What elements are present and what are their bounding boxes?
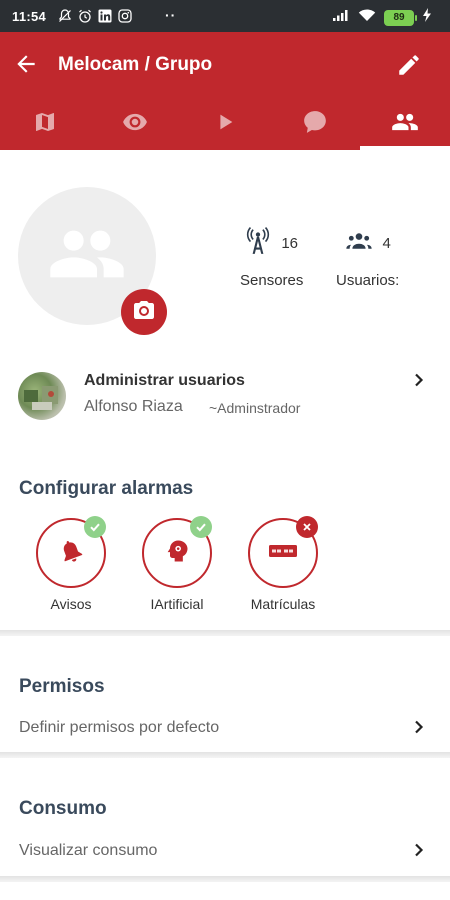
tab-group[interactable]	[360, 98, 450, 150]
consumption-section-title: Consumo	[19, 798, 107, 819]
alarm-icon	[78, 9, 92, 23]
tab-view[interactable]	[90, 98, 180, 150]
admin-role: ~Adminstrador	[209, 400, 301, 416]
edit-button[interactable]	[396, 52, 422, 78]
wifi-icon	[358, 8, 376, 27]
pencil-icon	[396, 55, 422, 82]
status-ok-badge	[84, 516, 106, 538]
back-button[interactable]	[12, 52, 40, 80]
view-consumption-label: Visualizar consumo	[19, 842, 158, 859]
group-icon	[391, 108, 419, 141]
status-overflow-dots: ··	[165, 7, 177, 23]
status-bar: 11:54 ·· 89	[0, 0, 450, 32]
page-title: Melocam / Grupo	[58, 54, 213, 75]
chat-bubble-icon	[302, 109, 328, 140]
alarm-label: IArtificial	[150, 596, 204, 612]
status-ok-badge	[190, 516, 212, 538]
tab-map[interactable]	[0, 98, 90, 150]
eye-icon	[122, 109, 148, 140]
sensors-label: Sensores	[240, 272, 304, 289]
alarm-avisos[interactable]: Avisos	[26, 516, 116, 612]
arrow-back-icon	[13, 51, 39, 82]
admin-avatar	[18, 372, 66, 420]
instagram-icon	[118, 9, 132, 23]
admin-users-title: Administrar usuarios	[84, 372, 245, 389]
users-count: 4	[382, 234, 391, 252]
admin-users-row[interactable]: Administrar usuarios Alfonso Riaza ~Admi…	[0, 358, 450, 434]
status-time: 11:54	[12, 9, 47, 24]
tab-bar	[0, 98, 450, 150]
antenna-icon	[245, 226, 271, 260]
linkedin-icon	[98, 9, 112, 23]
tab-indicator	[360, 146, 450, 150]
alarm-matriculas[interactable]: Matrículas	[238, 516, 328, 612]
chevron-right-icon	[412, 843, 426, 857]
section-divider	[0, 876, 450, 882]
section-divider	[0, 752, 450, 758]
camera-icon	[132, 298, 156, 327]
permissions-section-title: Permisos	[19, 676, 105, 697]
play-icon	[214, 111, 236, 138]
alarms-section-title: Configurar alarmas	[19, 478, 194, 499]
alarm-iartificial[interactable]: IArtificial	[132, 516, 222, 612]
app-bar: Melocam / Grupo	[0, 32, 450, 98]
admin-name: Alfonso Riaza	[84, 398, 183, 415]
people-icon	[345, 230, 373, 257]
users-label: Usuarios:	[336, 272, 400, 289]
chevron-right-icon	[412, 720, 426, 734]
battery-icon: 89	[384, 9, 417, 26]
tab-play[interactable]	[180, 98, 270, 150]
sensors-stat: 16 Sensores	[240, 226, 304, 289]
view-consumption-row[interactable]: Visualizar consumo	[0, 830, 450, 870]
license-plate-icon	[268, 542, 298, 565]
status-error-badge	[296, 516, 318, 538]
alarm-label: Matrículas	[250, 596, 316, 612]
bell-icon	[57, 537, 85, 570]
change-photo-button[interactable]	[121, 289, 167, 335]
ai-brain-icon	[163, 537, 191, 570]
map-icon	[33, 110, 57, 139]
tab-chat[interactable]	[270, 98, 360, 150]
sensors-count: 16	[281, 234, 299, 252]
chevron-right-icon	[412, 373, 426, 387]
alarm-label: Avisos	[50, 596, 92, 612]
default-permissions-row[interactable]: Definir permisos por defecto	[0, 708, 450, 748]
group-avatar-icon	[47, 214, 127, 299]
signal-icon	[332, 8, 350, 27]
charging-icon	[422, 8, 432, 27]
section-divider	[0, 630, 450, 636]
users-stat: 4 Usuarios:	[336, 228, 399, 289]
notifications-off-icon	[58, 9, 72, 23]
default-permissions-label: Definir permisos por defecto	[19, 719, 220, 736]
